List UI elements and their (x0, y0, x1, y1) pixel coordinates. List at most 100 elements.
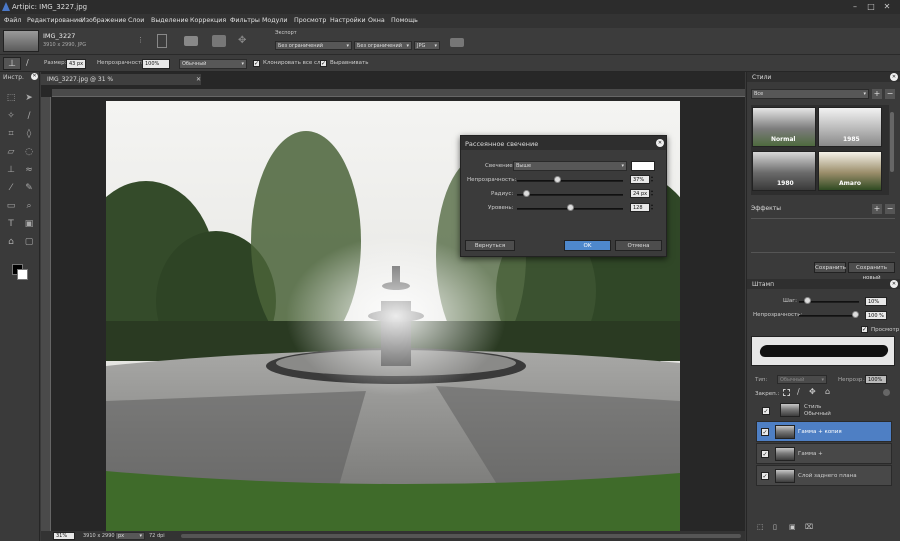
new-layer-icon[interactable]: ▯ (773, 523, 777, 531)
menu-window[interactable]: Окна (368, 17, 385, 24)
export-format-select[interactable]: JPG (414, 41, 440, 50)
horizontal-scrollbar[interactable] (181, 534, 741, 538)
new-group-icon[interactable]: ⬚ (757, 523, 764, 531)
tools-close-icon[interactable]: ✕ (31, 73, 38, 80)
opacity-input[interactable]: 100% (142, 59, 170, 69)
layer-row-gamma[interactable]: ✓ Гамма + (756, 443, 892, 464)
document-tab[interactable]: IMG_3227.jpg @ 31 % (41, 74, 201, 85)
magic-wand-icon[interactable]: ✧ (5, 110, 17, 122)
maximize-button[interactable]: □ (866, 2, 876, 12)
scanner-icon[interactable] (184, 36, 198, 46)
preview-checkbox[interactable]: ✓ (861, 326, 868, 333)
menu-select[interactable]: Выделение (151, 17, 189, 24)
stamp-tool-button-icon[interactable]: ⊥ (5, 164, 17, 176)
levels-spinner-icon[interactable]: ▴ ▾ (651, 203, 653, 211)
unit-select[interactable]: px (115, 532, 145, 540)
smudge-tool-icon[interactable]: ≈ (23, 164, 35, 176)
drop-tool-icon[interactable]: ◊ (23, 128, 35, 140)
styles-close-icon[interactable]: ✕ (890, 73, 898, 81)
style-thumb-amaro[interactable]: Amaro (818, 151, 882, 191)
glow-select[interactable]: Выше (513, 161, 627, 171)
export-width-select[interactable]: Без ограничений (275, 41, 352, 50)
clone-all-checkbox[interactable]: ✓ (253, 60, 260, 67)
levels-value[interactable]: 128 (630, 203, 650, 212)
fill-tool-icon[interactable]: ⌂ (5, 236, 17, 248)
ok-button[interactable]: OK (564, 240, 611, 251)
zoom-tool-icon[interactable]: ⌕ (23, 200, 35, 212)
layer-row-style[interactable]: ✓ Стиль Обычный (756, 400, 892, 422)
print-icon[interactable] (212, 35, 226, 47)
export-height-select[interactable]: Без ограничений (354, 41, 412, 50)
effects-add-button[interactable]: + (872, 204, 882, 214)
styles-add-button[interactable]: + (872, 89, 882, 99)
style-thumb-normal[interactable]: Normal (752, 107, 816, 147)
radius-value[interactable]: 24 px (630, 189, 650, 198)
marquee-tool-icon[interactable]: ⬚ (5, 92, 17, 104)
opacity-spinner-icon[interactable]: ▴ ▾ (651, 175, 653, 183)
dialog-close-icon[interactable]: ✕ (656, 139, 664, 147)
layer-visibility-checkbox[interactable]: ✓ (762, 407, 770, 415)
document-thumbnail[interactable] (3, 30, 39, 52)
zoom-input[interactable]: 31% (53, 532, 75, 540)
pencil-tool-icon[interactable]: ✎ (23, 182, 35, 194)
step-slider-knob[interactable] (804, 297, 811, 304)
brush-tool-icon[interactable]: ∕ (23, 110, 35, 122)
layer-visibility-checkbox[interactable]: ✓ (761, 472, 769, 480)
layer-visibility-checkbox[interactable]: ✓ (761, 428, 769, 436)
menu-layers[interactable]: Слои (128, 17, 144, 24)
collapse-icon[interactable]: ⋮ (137, 36, 144, 44)
styles-save-button[interactable]: Сохранить (814, 262, 846, 273)
radius-spinner-icon[interactable]: ▴ ▾ (651, 189, 653, 197)
minimize-button[interactable]: – (850, 2, 860, 12)
lock-transparency-icon[interactable] (783, 389, 790, 396)
layer-row-gamma-copy[interactable]: ✓ Гамма + копия (756, 421, 892, 442)
menu-image[interactable]: Изображение (81, 17, 126, 24)
menu-settings[interactable]: Настройки (330, 17, 366, 24)
stamp-opacity-value[interactable]: 100 % (865, 311, 887, 320)
menu-filters[interactable]: Фильтры (230, 17, 260, 24)
page-icon[interactable] (157, 34, 167, 48)
layer-options-icon[interactable] (883, 389, 890, 396)
opacity-value[interactable]: 37% (630, 175, 650, 184)
size-input[interactable]: 43 px (66, 59, 86, 69)
layer-opacity-value[interactable]: 100% (865, 375, 887, 384)
opacity-slider-knob[interactable] (554, 176, 561, 183)
reset-button[interactable]: Вернуться (465, 240, 515, 251)
lock-paint-icon[interactable]: ∕ (797, 387, 800, 396)
heal-tool-icon[interactable]: ◌ (23, 146, 35, 158)
move-tool-icon[interactable]: ➤ (23, 92, 35, 104)
align-checkbox[interactable]: ✓ (320, 60, 327, 67)
close-button[interactable]: ✕ (882, 2, 892, 12)
export-button-icon[interactable] (450, 38, 464, 47)
gradient-tool-icon[interactable]: ▭ (5, 200, 17, 212)
menu-view[interactable]: Просмотр (294, 17, 326, 24)
layer-visibility-checkbox[interactable]: ✓ (761, 450, 769, 458)
lock-all-icon[interactable]: ⌂ (825, 387, 830, 396)
styles-scrollbar[interactable] (890, 112, 894, 172)
cancel-button[interactable]: Отмена (615, 240, 662, 251)
styles-save-new-button[interactable]: Сохранить новый (848, 262, 895, 281)
menu-adjust[interactable]: Коррекция (190, 17, 226, 24)
menu-plugins[interactable]: Модули (262, 17, 287, 24)
menu-file[interactable]: Файл (4, 17, 21, 24)
crop-tool-icon[interactable]: ⌗ (5, 128, 17, 140)
style-thumb-1985[interactable]: 1985 (818, 107, 882, 147)
stamp-opacity-slider-track[interactable] (799, 315, 859, 317)
radius-slider-knob[interactable] (523, 190, 530, 197)
step-value[interactable]: 10% (865, 297, 887, 306)
shape-tool-icon[interactable]: ▣ (23, 218, 35, 230)
glow-color-swatch[interactable] (631, 161, 655, 171)
stamp-close-icon[interactable]: ✕ (890, 280, 898, 288)
blend-mode-select[interactable]: Обычный (179, 59, 247, 69)
text-tool-icon[interactable]: T (5, 218, 17, 230)
stamp-tool-icon[interactable]: ⊥ (3, 57, 21, 70)
document-close-icon[interactable]: ✕ (196, 76, 201, 83)
eraser-tool-icon[interactable]: ▱ (5, 146, 17, 158)
stamp-opacity-slider-knob[interactable] (852, 311, 859, 318)
lock-move-icon[interactable]: ✥ (809, 387, 816, 396)
radius-slider-track[interactable] (517, 194, 623, 196)
hand-tool-icon[interactable]: ▢ (23, 236, 35, 248)
layer-type-select[interactable]: Обычный (777, 375, 827, 384)
opacity-slider-track[interactable] (517, 180, 623, 182)
styles-remove-button[interactable]: − (885, 89, 895, 99)
